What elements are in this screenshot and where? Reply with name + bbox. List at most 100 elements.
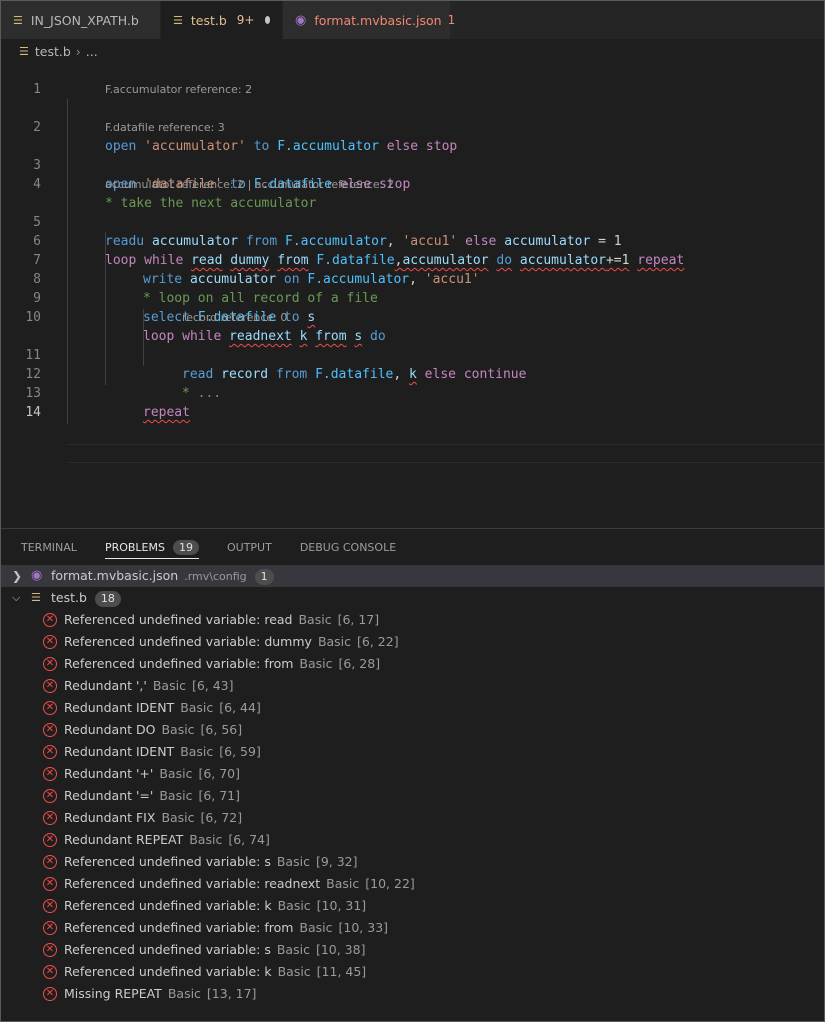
code-line: 9 select F.datafile to s — [1, 270, 315, 325]
tab-in-json-xpath[interactable]: ☰ IN_JSON_XPATH.b — [1, 1, 161, 39]
problem-item[interactable]: ✕ Referenced undefined variable: s Basic [1… — [1, 939, 824, 961]
error-circle-icon: ✕ — [43, 987, 57, 1001]
tab-label: test.b — [190, 12, 227, 28]
comment-token: * loop on all record of a file — [143, 291, 378, 306]
problem-content: ✕ Redundant ',' Basic [6, 43] — [43, 675, 234, 697]
problem-item[interactable]: ✕ Redundant IDENT Basic [6, 44] — [1, 697, 824, 719]
breadcrumb-symbols[interactable]: ... — [86, 44, 98, 59]
file-lines-icon: ☰ — [31, 591, 41, 604]
problem-item[interactable]: ✕ Referenced undefined variable: k Basic [1… — [1, 895, 824, 917]
keyword-token: stop — [425, 139, 458, 154]
problem-source: Basic — [159, 766, 193, 781]
keyword-token: readu — [105, 234, 145, 249]
variable-token: F.accumulator — [277, 139, 379, 154]
code-line: 11 read record from F.datafile, k else c… — [1, 327, 526, 382]
line-number: 2 — [33, 120, 41, 135]
group-file-label: format.mvbasic.json .rmv\config 1 — [51, 565, 274, 588]
problem-group-test-b[interactable]: ⌵ ☰ test.b 18 — [1, 587, 824, 609]
problem-group-format-mvbasic-json[interactable]: ❯ ◉ format.mvbasic.json .rmv\config 1 — [1, 565, 824, 587]
problem-message: Redundant FIX — [64, 810, 156, 825]
code-editor[interactable]: 1 F.accumulator reference: 2 2 open 'acc… — [1, 61, 824, 523]
code-line: 5 readu accumulator from F.accumulator, … — [1, 194, 621, 249]
tab-test-b[interactable]: ☰ test.b 9+ — [161, 1, 283, 39]
problem-source: Basic — [180, 700, 214, 715]
chevron-right-icon[interactable]: ❯ — [12, 565, 22, 587]
problem-item[interactable]: ✕ Referenced undefined variable: read Basi… — [1, 609, 824, 631]
problem-content: ✕ Redundant IDENT Basic [6, 59] — [43, 741, 261, 763]
problem-position: [6, 17] — [337, 612, 380, 627]
error-token: accumulator — [519, 253, 606, 268]
problem-content: ✕ Redundant '+' Basic [6, 70] — [43, 763, 240, 785]
problem-item[interactable]: ✕ Missing REPEAT Basic [13, 17] — [1, 983, 824, 1005]
problem-count-badge: 19 — [172, 539, 199, 555]
bottom-panel: TERMINAL PROBLEMS 19 OUTPUT DEBUG CONSOLE… — [1, 528, 824, 1021]
problem-item[interactable]: ✕ Referenced undefined variable: k Basic [1… — [1, 961, 824, 983]
problem-item[interactable]: ✕ Referenced undefined variable: s Basic [9… — [1, 851, 824, 873]
file-lines-icon: ☰ — [173, 13, 183, 27]
problem-position: [6, 70] — [198, 766, 240, 781]
problem-source: Basic — [277, 898, 311, 913]
problem-content: ✕ Referenced undefined variable: from Basi… — [43, 917, 388, 939]
codelens-hint[interactable]: F.datafile reference: 3 — [105, 118, 225, 137]
problem-content: ✕ Redundant IDENT Basic [6, 44] — [43, 697, 261, 719]
chevron-down-icon[interactable]: ⌵ — [12, 587, 20, 609]
error-token: repeat — [637, 253, 685, 268]
vscode-window: ☰ IN_JSON_XPATH.b ☰ test.b 9+ ◉ format.m… — [0, 0, 825, 1022]
problem-item[interactable]: ✕ Redundant DO Basic [6, 56] — [1, 719, 824, 741]
problem-message: Redundant IDENT — [64, 744, 175, 759]
tab-format-mvbasic-json[interactable]: ◉ format.mvbasic.json 1 — [283, 1, 455, 39]
problem-item[interactable]: ✕ Referenced undefined variable: from Basi… — [1, 653, 824, 675]
problem-item[interactable]: ✕ Redundant '=' Basic [6, 71] — [1, 785, 824, 807]
problem-message: Referenced undefined variable: read — [64, 612, 293, 627]
line-number: 1 — [33, 82, 41, 97]
problem-item[interactable]: ✕ Redundant IDENT Basic [6, 59] — [1, 741, 824, 763]
problem-item[interactable]: ✕ Redundant '+' Basic [6, 70] — [1, 763, 824, 785]
keyword-token: while — [182, 329, 222, 344]
breadcrumb: ☰ test.b › ... — [19, 41, 98, 61]
problem-message: Redundant IDENT — [64, 700, 175, 715]
tab-problems[interactable]: PROBLEMS 19 — [104, 529, 200, 565]
problem-source: Basic — [152, 678, 186, 693]
tab-debug-console[interactable]: DEBUG CONSOLE — [300, 529, 396, 565]
codelens-hint[interactable]: record reference: 0 — [182, 308, 287, 327]
code-line: 6 loop while read dummy from F.datafile,… — [1, 213, 684, 268]
problem-item[interactable]: ✕ Referenced undefined variable: from Basi… — [1, 917, 824, 939]
current-line-highlight — [67, 444, 824, 463]
codelens-hint[interactable]: F.accumulator reference: 2 — [105, 80, 252, 99]
error-token: from — [315, 329, 347, 344]
problems-tree: ❯ ◉ format.mvbasic.json .rmv\config 1 ⌵ ☰ … — [1, 565, 824, 1005]
keyword-token: continue — [463, 367, 527, 382]
code-text: write accumulator on F.accumulator, 'acc… — [143, 270, 480, 289]
error-circle-icon: ✕ — [43, 701, 57, 715]
problem-source: Basic — [159, 788, 193, 803]
string-token: 'accu1' — [402, 234, 458, 249]
problem-message: Missing REPEAT — [64, 986, 162, 1001]
problem-item[interactable]: ✕ Referenced undefined variable: dummy Bas… — [1, 631, 824, 653]
error-circle-icon: ✕ — [43, 899, 57, 913]
problem-message: Redundant DO — [64, 722, 156, 737]
breadcrumb-file[interactable]: test.b — [35, 44, 71, 59]
problem-item[interactable]: ✕ Redundant ',' Basic [6, 43] — [1, 675, 824, 697]
error-token: do — [496, 253, 513, 268]
problem-content: ✕ Referenced undefined variable: from Basi… — [43, 653, 380, 675]
problem-message: Redundant '=' — [64, 788, 154, 803]
problem-content: ✕ Referenced undefined variable: read Basi… — [43, 609, 379, 631]
problem-position: [10, 22] — [365, 876, 415, 891]
problem-item[interactable]: ✕ Redundant REPEAT Basic [6, 74] — [1, 829, 824, 851]
variable-token: F.datafile — [316, 253, 395, 268]
error-token: s — [354, 329, 363, 344]
group-file-dir: .rmv\config — [184, 570, 247, 583]
problem-item[interactable]: ✕ Referenced undefined variable: readnext… — [1, 873, 824, 895]
keyword-token: write — [143, 272, 183, 287]
tab-output[interactable]: OUTPUT — [227, 529, 272, 565]
problem-content: ✕ Redundant FIX Basic [6, 72] — [43, 807, 242, 829]
problem-content: ✕ Referenced undefined variable: k Basic [1… — [43, 961, 366, 983]
codelens-hint[interactable]: accumulator reference: 2 | accumulator r… — [105, 175, 394, 194]
problem-item[interactable]: ✕ Redundant FIX Basic [6, 72] — [1, 807, 824, 829]
error-circle-icon: ✕ — [43, 921, 57, 935]
tab-terminal[interactable]: TERMINAL — [21, 529, 77, 565]
variable-token: accumulator — [189, 272, 277, 287]
error-token: s — [307, 310, 316, 325]
panel-tab-bar: TERMINAL PROBLEMS 19 OUTPUT DEBUG CONSOLE — [1, 529, 424, 565]
variable-token: accumulator — [151, 234, 239, 249]
